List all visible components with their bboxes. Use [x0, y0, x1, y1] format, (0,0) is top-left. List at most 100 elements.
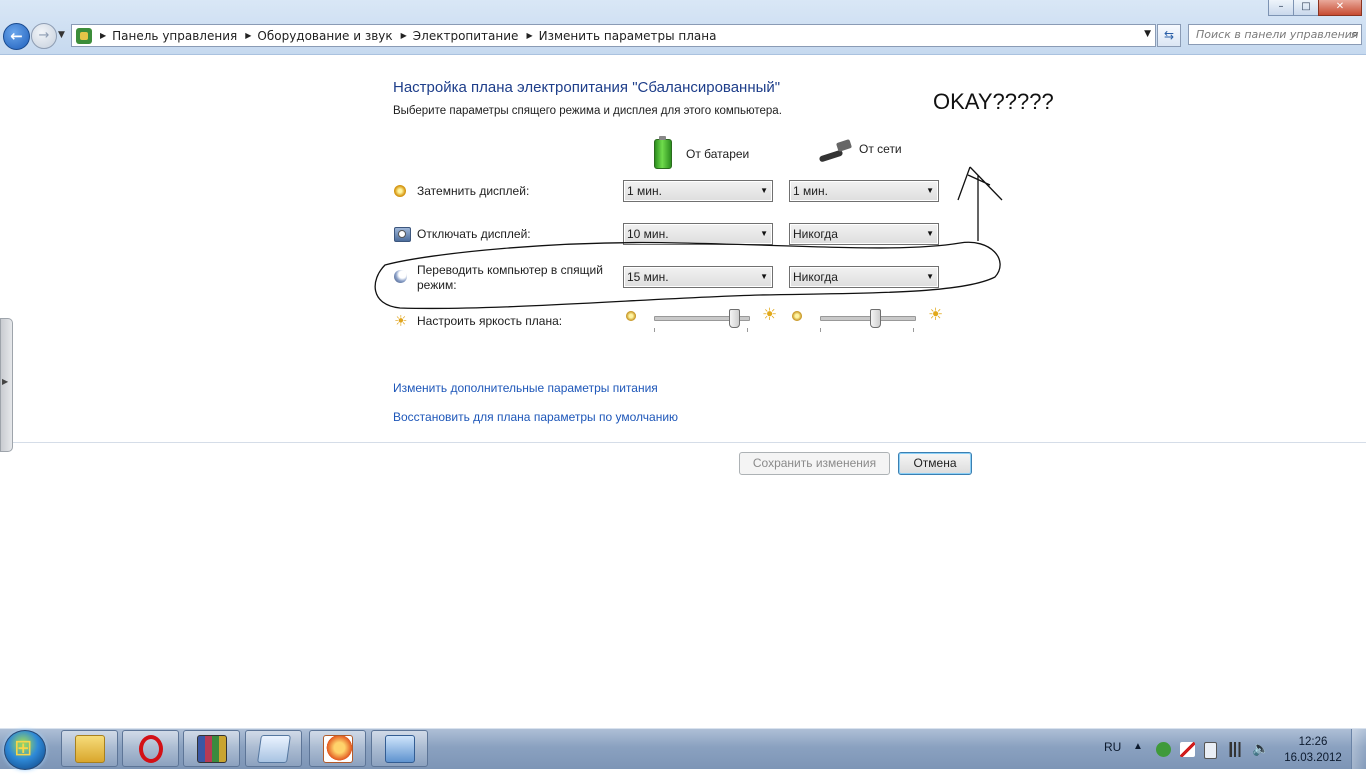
clock[interactable]: 12:26 16.03.2012 [1280, 734, 1346, 766]
breadcrumb: ▶ Панель управления ▶ Оборудование и зву… [98, 29, 716, 43]
show-desktop-button[interactable] [1351, 729, 1366, 769]
chevron-down-icon: ▼ [926, 186, 934, 195]
taskbar-explorer[interactable] [61, 730, 118, 767]
dim-display-power-select[interactable]: 1 мин. ▼ [789, 180, 939, 202]
taskbar-paint[interactable] [309, 730, 366, 767]
breadcrumb-separator-icon[interactable]: ▶ [245, 31, 251, 40]
dim-display-icon [394, 185, 406, 197]
volume-icon[interactable]: 🔈 [1252, 740, 1269, 780]
breadcrumb-power-options[interactable]: Электропитание [413, 29, 519, 43]
signal-tray-icon[interactable] [1228, 742, 1243, 757]
breadcrumb-separator-icon[interactable]: ▶ [100, 31, 106, 40]
start-button[interactable] [4, 730, 46, 770]
language-indicator[interactable]: RU [1104, 740, 1121, 780]
main-content: Настройка плана электропитания "Сбаланси… [0, 55, 1366, 728]
turn-off-display-label: Отключать дисплей: [417, 227, 531, 241]
search-icon[interactable]: ⌕ [1351, 27, 1358, 42]
sleep-icon [394, 270, 407, 283]
select-value: 1 мин. [627, 184, 662, 198]
arrow-right-icon: → [38, 28, 50, 43]
select-value: 10 мин. [627, 227, 669, 241]
divider [0, 442, 1366, 443]
flag-tray-icon[interactable] [1180, 742, 1195, 757]
chevron-down-icon: ▼ [760, 186, 768, 195]
select-value: 1 мин. [793, 184, 828, 198]
explorer-toolbar: – □ ✕ ← → ▼ ▶ Панель управления ▶ Оборуд… [0, 0, 1366, 55]
cancel-button[interactable]: Отмена [898, 452, 972, 475]
breadcrumb-control-panel[interactable]: Панель управления [112, 29, 237, 43]
select-value: 15 мин. [627, 270, 669, 284]
restore-defaults-link[interactable]: Восстановить для плана параметры по умол… [393, 410, 678, 424]
breadcrumb-hardware-sound[interactable]: Оборудование и звук [257, 29, 392, 43]
chevron-down-icon[interactable]: ▼ [1144, 29, 1151, 39]
chevron-down-icon: ▼ [926, 229, 934, 238]
brightness-label: Настроить яркость плана: [417, 314, 563, 328]
control-panel-icon [76, 27, 92, 44]
winrar-icon [196, 734, 227, 763]
brightness-icon: ☀ [394, 312, 408, 330]
dim-display-battery-select[interactable]: 1 мин. ▼ [623, 180, 773, 202]
slider-thumb[interactable] [870, 309, 882, 328]
sleep-power-select[interactable]: Никогда ▼ [789, 266, 939, 288]
refresh-button[interactable]: ⇆ [1157, 24, 1181, 47]
slider-tick [820, 328, 821, 332]
brightness-high-icon: ☀ [762, 305, 778, 325]
slider-tick [654, 328, 655, 332]
control-panel-icon [384, 734, 415, 763]
slider-tick [913, 328, 914, 332]
brightness-power-slider[interactable]: ☀ [792, 305, 943, 334]
power-column-label: От сети [859, 142, 902, 156]
slider-thumb[interactable] [728, 309, 740, 328]
minimize-button[interactable]: – [1268, 0, 1294, 16]
chevron-right-icon: ▶ [2, 377, 9, 386]
slider-track[interactable] [820, 316, 916, 321]
power-tray-icon[interactable] [1204, 742, 1217, 759]
turn-off-display-icon [394, 227, 411, 242]
brightness-low-icon [792, 311, 802, 321]
sleep-label: Переводить компьютер в спящий режим: [417, 263, 603, 292]
breadcrumb-separator-icon[interactable]: ▶ [526, 31, 532, 40]
dim-display-label: Затемнить дисплей: [417, 184, 530, 198]
recent-pages-button[interactable]: ▼ [58, 30, 65, 40]
power-column-header: От сети [819, 139, 902, 159]
annotation-text: OKAY????? [933, 89, 1054, 114]
opera-icon [138, 734, 163, 763]
refresh-icon: ⇆ [1163, 28, 1175, 42]
close-button[interactable]: ✕ [1318, 0, 1362, 16]
back-button[interactable]: ← [3, 23, 30, 50]
advanced-settings-link[interactable]: Изменить дополнительные параметры питани… [393, 381, 658, 395]
caption-buttons: – □ ✕ [1268, 0, 1362, 16]
show-hidden-icons-button[interactable]: ▲ [1133, 741, 1143, 781]
brightness-battery-slider[interactable]: ☀ [626, 305, 778, 334]
taskbar-winrar[interactable] [183, 730, 240, 767]
forward-button[interactable]: → [31, 23, 57, 49]
arrow-left-icon: ← [10, 27, 23, 45]
paint-icon [322, 734, 353, 763]
save-changes-button[interactable]: Сохранить изменения [739, 452, 890, 475]
taskbar-opera[interactable] [122, 730, 179, 767]
plug-icon [819, 139, 853, 159]
explorer-icon [74, 734, 105, 763]
address-bar[interactable]: ▶ Панель управления ▶ Оборудование и зву… [71, 24, 1156, 47]
battery-icon [654, 136, 672, 169]
turn-off-display-power-select[interactable]: Никогда ▼ [789, 223, 939, 245]
chevron-down-icon: ▼ [760, 272, 768, 281]
taskbar-notepad[interactable] [245, 730, 302, 767]
side-panel-handle[interactable]: ▶ [0, 318, 13, 452]
breadcrumb-separator-icon[interactable]: ▶ [401, 31, 407, 40]
battery-column-header: От батареи [654, 136, 750, 169]
clock-time: 12:26 [1298, 736, 1328, 748]
taskbar: RU ▲ 🔈 12:26 16.03.2012 [0, 728, 1366, 770]
breadcrumb-edit-plan[interactable]: Изменить параметры плана [539, 29, 717, 43]
annotation-arrow [957, 166, 1003, 241]
battery-column-label: От батареи [686, 147, 750, 161]
slider-tick [747, 328, 748, 332]
maximize-button[interactable]: □ [1293, 0, 1319, 16]
chevron-down-icon: ▼ [760, 229, 768, 238]
chevron-down-icon: ▼ [926, 272, 934, 281]
turn-off-display-battery-select[interactable]: 10 мин. ▼ [623, 223, 773, 245]
network-tray-icon[interactable] [1156, 742, 1171, 757]
sleep-battery-select[interactable]: 15 мин. ▼ [623, 266, 773, 288]
taskbar-control-panel[interactable] [371, 730, 428, 767]
search-input[interactable]: Поиск в панели управления ⌕ [1188, 24, 1362, 45]
